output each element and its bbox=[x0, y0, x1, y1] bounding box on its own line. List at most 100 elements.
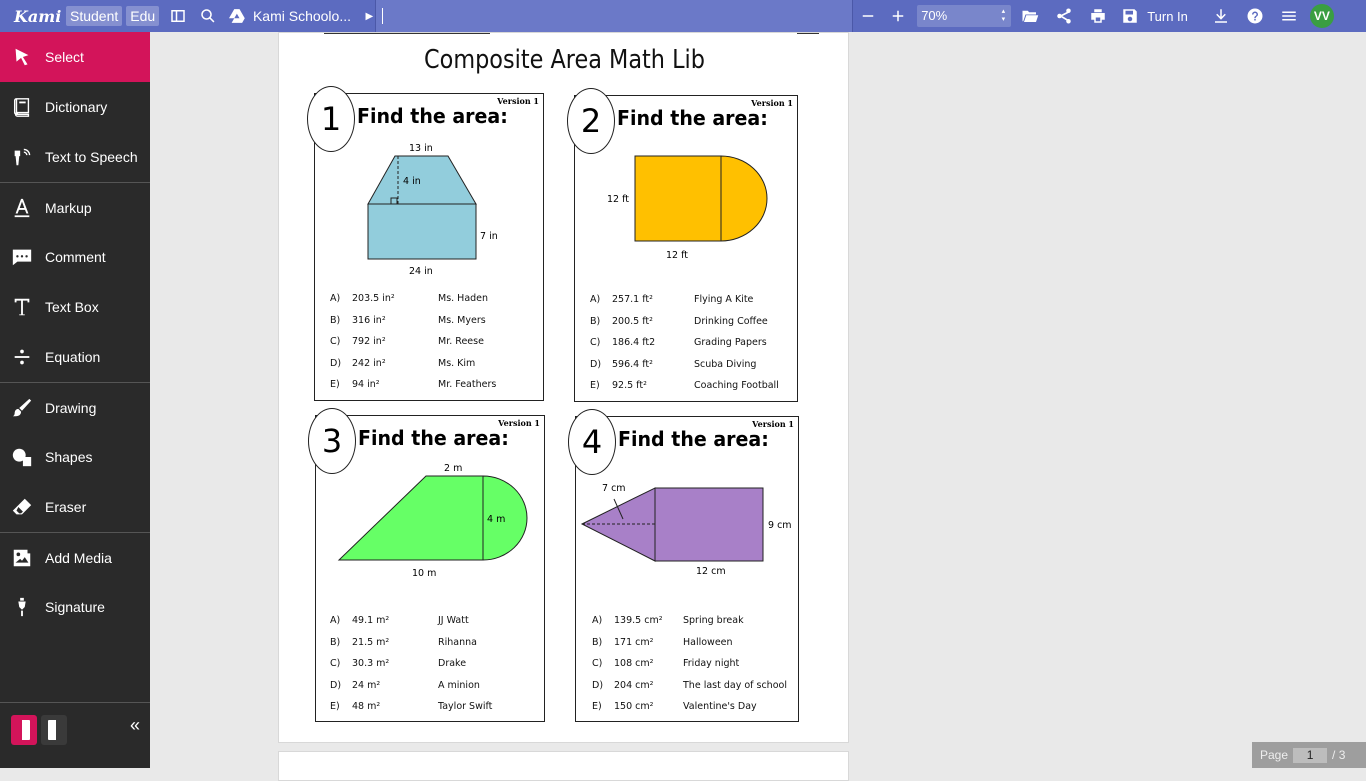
tool-text-box[interactable]: Text Box bbox=[0, 282, 150, 332]
tool-signature[interactable]: Signature bbox=[0, 582, 150, 632]
dim-label: 12 ft bbox=[666, 250, 688, 261]
answer-name: JJ Watt bbox=[438, 615, 469, 626]
answer-value: 242 in² bbox=[352, 358, 386, 369]
tool-dictionary[interactable]: Dictionary bbox=[0, 82, 150, 132]
tool-shapes[interactable]: Shapes bbox=[0, 432, 150, 482]
turn-in-label: Turn In bbox=[1147, 9, 1188, 24]
share-icon[interactable] bbox=[1049, 0, 1079, 32]
tool-label: Equation bbox=[45, 349, 100, 365]
print-icon[interactable] bbox=[1083, 0, 1113, 32]
download-icon[interactable] bbox=[1206, 0, 1236, 32]
text-t-icon bbox=[11, 296, 33, 318]
answer-row: B)21.5 m²Rihanna bbox=[330, 637, 535, 659]
zoom-out-icon[interactable] bbox=[853, 0, 883, 32]
tool-eraser[interactable]: Eraser bbox=[0, 482, 150, 532]
tool-label: Shapes bbox=[45, 449, 92, 465]
problem-prompt: Find the area: bbox=[357, 104, 508, 128]
shapes-icon bbox=[11, 446, 33, 468]
tool-text-to-speech[interactable]: Text to Speech bbox=[0, 132, 150, 182]
page-number-input[interactable] bbox=[1293, 748, 1327, 763]
image-icon bbox=[11, 547, 33, 569]
trapezoid-semicircle-figure: 2 m 4 m 10 m bbox=[316, 458, 546, 588]
tool-select[interactable]: Select bbox=[0, 32, 150, 82]
comment-icon bbox=[11, 246, 33, 268]
tool-label: Signature bbox=[45, 599, 105, 615]
answer-name: Ms. Haden bbox=[438, 293, 488, 304]
tool-add-media[interactable]: Add Media bbox=[0, 532, 150, 582]
zoom-select[interactable]: 70% bbox=[917, 5, 1011, 27]
answer-value: 30.3 m² bbox=[352, 658, 389, 669]
highlighter-icon bbox=[11, 197, 33, 219]
rectangle-shape bbox=[368, 204, 476, 259]
answer-letter: D) bbox=[330, 358, 341, 369]
answer-letter: B) bbox=[330, 315, 340, 326]
role-edu-badge[interactable]: Edu bbox=[126, 6, 159, 26]
answer-row: C)792 in²Mr. Reese bbox=[330, 336, 535, 358]
collapse-sidebar-icon[interactable]: « bbox=[130, 715, 140, 736]
answer-value: 200.5 ft² bbox=[612, 316, 653, 327]
document-page-2[interactable] bbox=[278, 751, 849, 781]
user-avatar[interactable]: VV bbox=[1310, 4, 1334, 28]
answer-value: 150 cm² bbox=[614, 701, 653, 712]
search-icon[interactable] bbox=[193, 0, 223, 32]
answer-letter: A) bbox=[590, 294, 600, 305]
dim-label: 4 in bbox=[403, 176, 421, 187]
file-name: Kami Schoolo... bbox=[253, 8, 356, 24]
answer-value: 171 cm² bbox=[614, 637, 653, 648]
role-student-badge[interactable]: Student bbox=[66, 6, 122, 26]
answer-letter: B) bbox=[590, 316, 600, 327]
answer-row: D)204 cm²The last day of school bbox=[592, 680, 797, 702]
sidebar-toggle-icon[interactable] bbox=[163, 0, 193, 32]
page-total: / 3 bbox=[1332, 748, 1345, 762]
answer-name: Mr. Feathers bbox=[438, 379, 496, 390]
page-navigator: Page / 3 bbox=[1252, 742, 1366, 768]
file-name-menu[interactable]: Kami Schoolo... ▶ bbox=[223, 0, 373, 32]
left-sidebar-mode-button[interactable] bbox=[11, 715, 37, 745]
answer-name: Spring break bbox=[683, 615, 744, 626]
answer-letter: E) bbox=[590, 380, 600, 391]
tool-comment[interactable]: Comment bbox=[0, 232, 150, 282]
text-cursor bbox=[382, 8, 383, 24]
answer-value: 21.5 m² bbox=[352, 637, 389, 648]
answer-name: Drake bbox=[438, 658, 466, 669]
zoom-in-icon[interactable] bbox=[883, 0, 913, 32]
answer-name: The last day of school bbox=[683, 680, 787, 691]
right-sidebar-mode-button[interactable] bbox=[41, 715, 67, 745]
turn-in-button[interactable]: Turn In bbox=[1121, 7, 1188, 25]
answer-row: E)48 m²Taylor Swift bbox=[330, 701, 535, 723]
answer-row: E)92.5 ft²Coaching Football bbox=[590, 380, 790, 402]
top-toolbar: Kami Student Edu Kami Schoolo... ▶ 70% T… bbox=[0, 0, 1366, 32]
problem-prompt: Find the area: bbox=[618, 427, 769, 451]
trapezoid-rectangle-figure: 13 in 4 in 7 in 24 in bbox=[315, 134, 545, 284]
tool-label: Select bbox=[45, 49, 84, 65]
answer-value: 203.5 in² bbox=[352, 293, 395, 304]
answer-letter: C) bbox=[330, 336, 340, 347]
help-icon[interactable] bbox=[1240, 0, 1270, 32]
answer-name: Mr. Reese bbox=[438, 336, 484, 347]
kami-logo: Kami bbox=[0, 7, 66, 26]
answer-letter: D) bbox=[592, 680, 603, 691]
answer-letter: B) bbox=[592, 637, 602, 648]
answer-name: Flying A Kite bbox=[694, 294, 753, 305]
menu-icon[interactable] bbox=[1274, 0, 1304, 32]
answer-name: Valentine's Day bbox=[683, 701, 757, 712]
answer-letter: B) bbox=[330, 637, 340, 648]
fountain-pen-icon bbox=[11, 596, 33, 618]
tool-label: Text to Speech bbox=[45, 149, 138, 165]
document-search-input[interactable] bbox=[375, 0, 853, 32]
tool-markup[interactable]: Markup bbox=[0, 182, 150, 232]
answer-value: 24 m² bbox=[352, 680, 380, 691]
trapezoid-shape bbox=[368, 156, 476, 204]
period-line bbox=[797, 33, 819, 34]
answer-row: D)242 in²Ms. Kim bbox=[330, 358, 535, 380]
document-title: Composite Area Math Lib bbox=[319, 45, 810, 75]
answer-name: Halloween bbox=[683, 637, 733, 648]
answer-value: 596.4 ft² bbox=[612, 359, 653, 370]
rectangle-semicircle-figure: 12 ft 12 ft bbox=[575, 146, 799, 266]
answer-value: 186.4 ft2 bbox=[612, 337, 655, 348]
document-page-1[interactable]: Composite Area Math Lib Version 1 1 Find… bbox=[278, 32, 849, 743]
answer-value: 48 m² bbox=[352, 701, 380, 712]
tool-drawing[interactable]: Drawing bbox=[0, 382, 150, 432]
tool-equation[interactable]: Equation bbox=[0, 332, 150, 382]
folder-open-icon[interactable] bbox=[1015, 0, 1045, 32]
